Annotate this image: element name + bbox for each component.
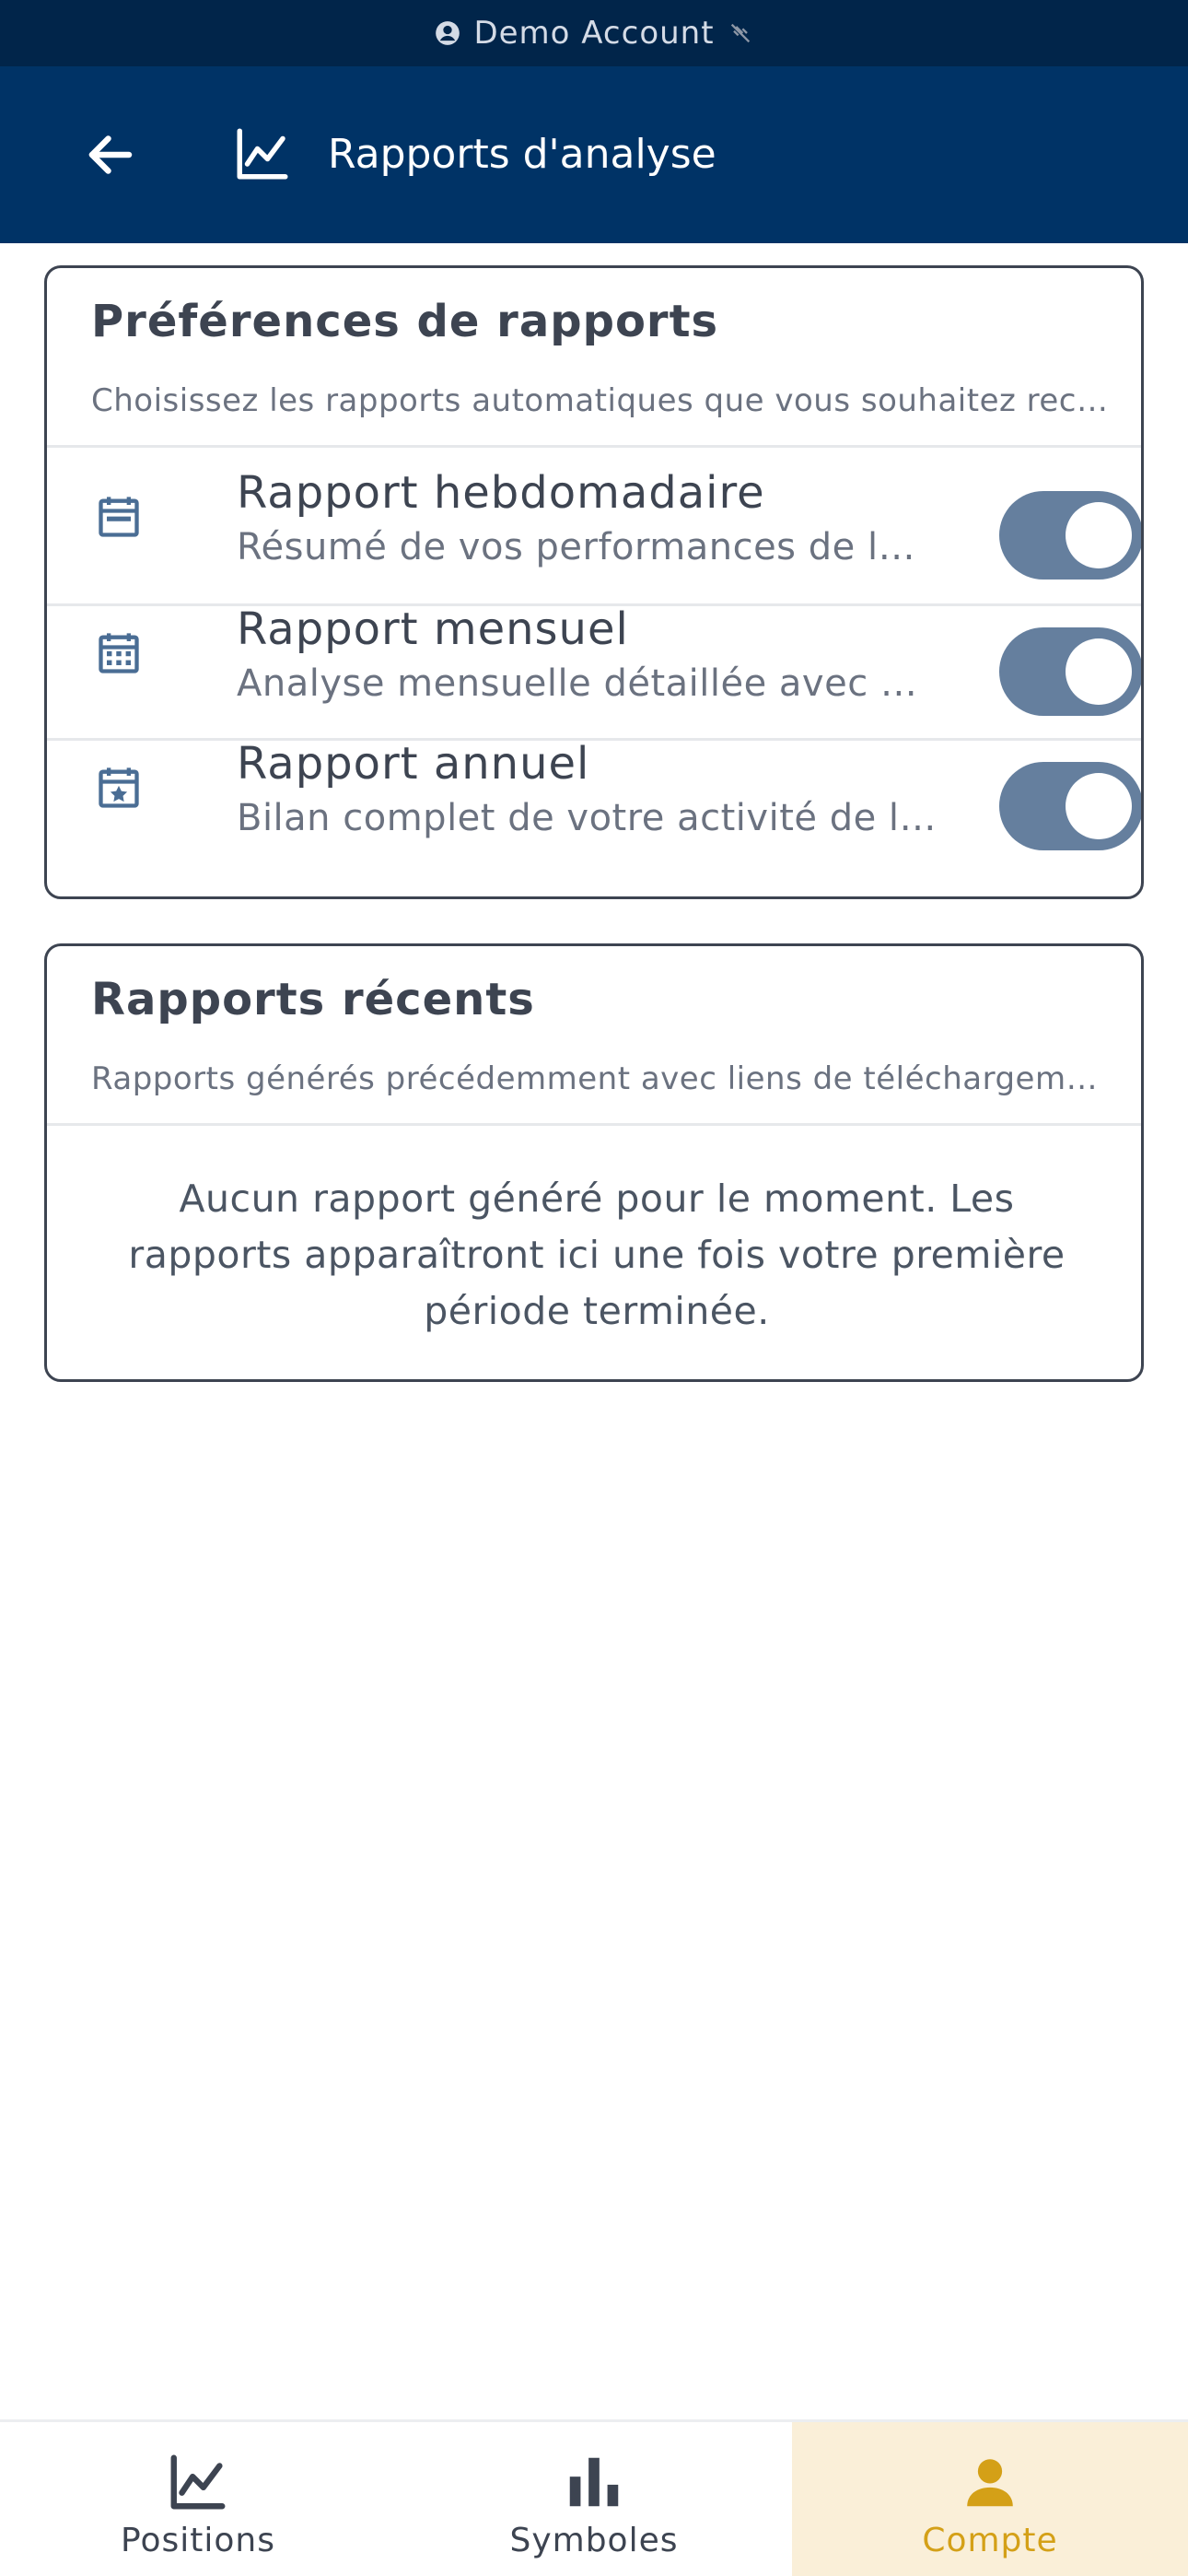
nav-label-symboles: Symboles (509, 2522, 679, 2559)
calendar-star-icon (99, 767, 139, 808)
nav-label-compte: Compte (922, 2522, 1058, 2559)
divider (47, 1123, 1141, 1126)
preferences-subtitle: Choisissez les rapports automatiques que… (91, 382, 1113, 419)
divider (47, 445, 1141, 448)
annual-report-row: Rapport annuel Bilan complet de votre ac… (47, 720, 1141, 854)
monthly-report-toggle[interactable] (999, 627, 1141, 716)
nav-item-positions[interactable]: Positions (0, 2422, 396, 2576)
annual-report-description: Bilan complet de votre activité de l'ann… (237, 797, 937, 839)
recent-reports-card: Rapports récents Rapports générés précéd… (44, 943, 1144, 1382)
weekly-report-description: Résumé de vos performances de la semaine (237, 526, 937, 568)
chart-line-icon (237, 128, 288, 180)
monthly-report-description: Analyse mensuelle détaillée avec graphiq… (237, 662, 937, 705)
empty-state-message: Aucun rapport généré pour le moment. Les… (128, 1177, 1066, 1333)
nav-label-positions: Positions (121, 2522, 275, 2559)
bar-chart-icon (569, 2457, 619, 2507)
monthly-report-row: Rapport mensuel Analyse mensuelle détail… (47, 585, 1141, 720)
weekly-report-row: Rapport hebdomadaire Résumé de vos perfo… (47, 449, 1141, 583)
signal-off-icon (730, 23, 750, 43)
weekly-report-title: Rapport hebdomadaire (237, 467, 765, 519)
page-title: Rapports d'analyse (328, 131, 716, 178)
toggle-knob (1066, 502, 1132, 568)
recent-subtitle: Rapports générés précédemment avec liens… (91, 1060, 1113, 1097)
report-preferences-card: Préférences de rapports Choisissez les r… (44, 265, 1144, 899)
app-bar: Rapports d'analyse (0, 66, 1188, 243)
nav-item-symboles[interactable]: Symboles (396, 2422, 792, 2576)
annual-report-title: Rapport annuel (237, 738, 590, 790)
monthly-report-title: Rapport mensuel (237, 603, 629, 655)
bottom-navigation: Positions Symboles Compte (0, 2419, 1188, 2576)
recent-title: Rapports récents (91, 974, 535, 1025)
status-bar: Demo Account (0, 0, 1188, 66)
account-circle-icon (436, 21, 460, 45)
preferences-title: Préférences de rapports (91, 296, 719, 347)
chart-line-icon (170, 2454, 226, 2510)
nav-item-compte[interactable]: Compte (792, 2422, 1188, 2576)
account-label: Demo Account (473, 15, 715, 52)
annual-report-toggle[interactable] (999, 762, 1141, 850)
person-icon (967, 2459, 1013, 2507)
toggle-knob (1066, 773, 1132, 839)
calendar-month-icon (99, 633, 139, 673)
calendar-week-icon (99, 497, 139, 537)
weekly-report-toggle[interactable] (999, 491, 1141, 580)
toggle-knob (1066, 638, 1132, 705)
back-arrow-icon[interactable] (83, 127, 138, 182)
